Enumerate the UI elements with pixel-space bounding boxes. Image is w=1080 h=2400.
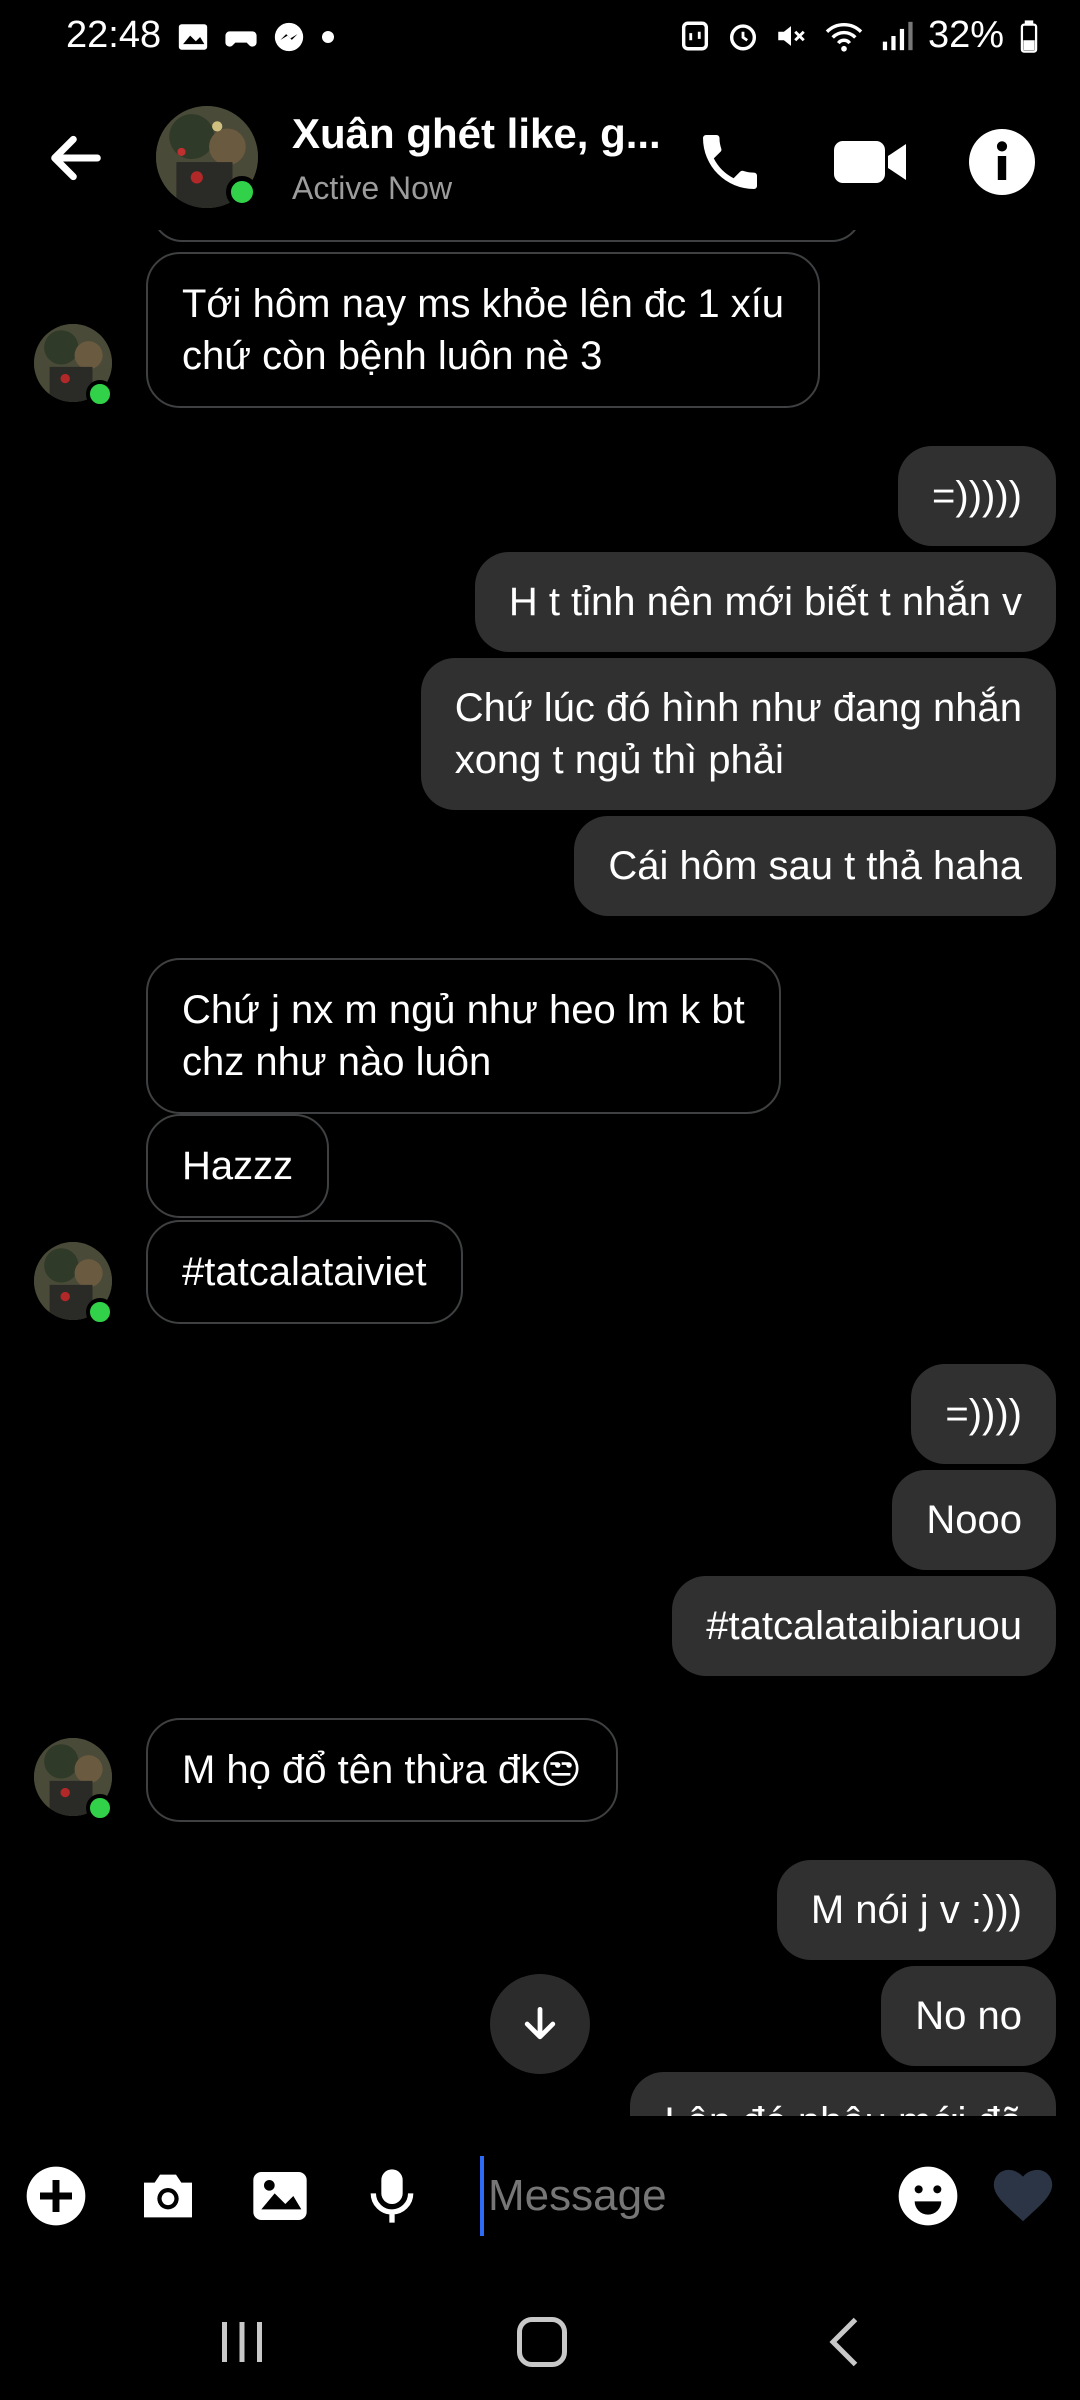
signal-icon [882, 21, 913, 50]
message-text: #tatcalataiviet [182, 1250, 427, 1294]
add-icon[interactable] [24, 2164, 88, 2228]
nfc-icon [681, 21, 708, 50]
outgoing-message[interactable]: H t tỉnh nên mới biết t nhắn v [474, 552, 1056, 652]
arrow-down-icon [524, 2006, 556, 2040]
heart-icon[interactable] [988, 2160, 1058, 2230]
message-text: M nói j v :))) [810, 1888, 1022, 1932]
camera-icon[interactable] [136, 2164, 200, 2228]
outgoing-message[interactable]: Lên đó nhậu mới đã [630, 2072, 1056, 2116]
incoming-message[interactable]: Hazzz [146, 1114, 330, 1218]
message-text: Chứ lúc đó hình như đang nhắn [454, 686, 1022, 730]
gallery-icon[interactable] [248, 2164, 312, 2228]
message-text: Lên đó nhậu mới đã [664, 2100, 1022, 2116]
online-indicator [86, 1298, 114, 1326]
message-text: chz như nào luôn [182, 1040, 492, 1084]
video-call-icon[interactable] [830, 126, 910, 198]
outgoing-message[interactable]: M nói j v :))) [776, 1860, 1056, 1960]
message-list[interactable]: Tới hôm nay ms khỏe lên đc 1 xíu chứ còn… [0, 230, 1080, 2116]
mute-icon [778, 25, 805, 46]
outgoing-message[interactable]: No no [881, 1966, 1056, 2066]
emoji-icon[interactable] [896, 2164, 960, 2228]
message-text: Tới hôm nay ms khỏe lên đc 1 xíu [182, 282, 785, 326]
incoming-message[interactable]: M họ đổ tên thừa đk😒 [146, 1718, 618, 1822]
outgoing-message[interactable]: Cái hôm sau t thả haha [574, 816, 1056, 916]
recent-apps-icon[interactable] [212, 2312, 272, 2372]
messenger-icon [274, 22, 304, 52]
online-indicator [86, 380, 114, 408]
outgoing-message[interactable]: Chứ lúc đó hình như đang nhắn xong t ngủ… [420, 658, 1056, 810]
online-indicator [86, 1794, 114, 1822]
message-text: Hazzz [182, 1144, 294, 1188]
status-bar: 22:48 32% [0, 0, 1080, 80]
notification-icons [176, 20, 336, 54]
previous-message-edge [152, 230, 862, 242]
microphone-icon[interactable] [360, 2164, 424, 2228]
battery-percent: 32% [927, 14, 1004, 56]
message-text: =))))) [932, 474, 1022, 518]
status-time: 22:48 [66, 14, 162, 56]
message-text: #tatcalataibiaruou [706, 1604, 1022, 1648]
message-text: =)))) [945, 1392, 1022, 1436]
message-text: No no [915, 1994, 1022, 2038]
message-text: chứ còn bệnh luôn nè 3 [182, 334, 603, 378]
conversation-header: Xuân ghét like, g... Active Now [0, 80, 1080, 240]
game-controller-icon [225, 31, 257, 47]
phone-call-icon[interactable] [694, 126, 766, 198]
outgoing-message[interactable]: #tatcalataibiaruou [672, 1576, 1056, 1676]
message-text: Chứ j nx m ngủ như heo lm k bt [182, 988, 745, 1032]
back-nav-icon[interactable] [818, 2312, 878, 2372]
outgoing-message[interactable]: Nooo [892, 1470, 1056, 1570]
incoming-message[interactable]: #tatcalataiviet [146, 1220, 463, 1324]
back-arrow-icon[interactable] [44, 126, 108, 190]
image-icon [178, 24, 208, 50]
message-input[interactable]: Message [480, 2156, 880, 2236]
system-navigation-bar [0, 2276, 1080, 2400]
battery-icon [1020, 19, 1038, 53]
contact-name[interactable]: Xuân ghét like, g... [292, 110, 662, 158]
message-composer: Message [0, 2116, 1080, 2276]
alarm-icon [729, 23, 756, 50]
wifi-icon [825, 22, 863, 52]
system-icons: 32% [678, 14, 1040, 57]
message-text: Nooo [926, 1498, 1022, 1542]
message-text: xong t ngủ thì phải [454, 738, 784, 782]
incoming-message[interactable]: Tới hôm nay ms khỏe lên đc 1 xíu chứ còn… [146, 252, 821, 408]
online-indicator [226, 176, 258, 208]
message-text: Cái hôm sau t thả haha [608, 844, 1022, 888]
message-text: H t tỉnh nên mới biết t nhắn v [508, 580, 1022, 624]
dot-icon [322, 31, 334, 43]
active-status: Active Now [292, 170, 453, 206]
scroll-to-bottom-button[interactable] [490, 1974, 590, 2074]
info-icon[interactable] [966, 126, 1038, 198]
outgoing-message[interactable]: =))))) [898, 446, 1056, 546]
home-icon[interactable] [512, 2312, 572, 2372]
incoming-message[interactable]: Chứ j nx m ngủ như heo lm k bt chz như n… [146, 958, 781, 1114]
message-text: M họ đổ tên thừa đk😒 [182, 1748, 582, 1792]
outgoing-message[interactable]: =)))) [911, 1364, 1056, 1464]
